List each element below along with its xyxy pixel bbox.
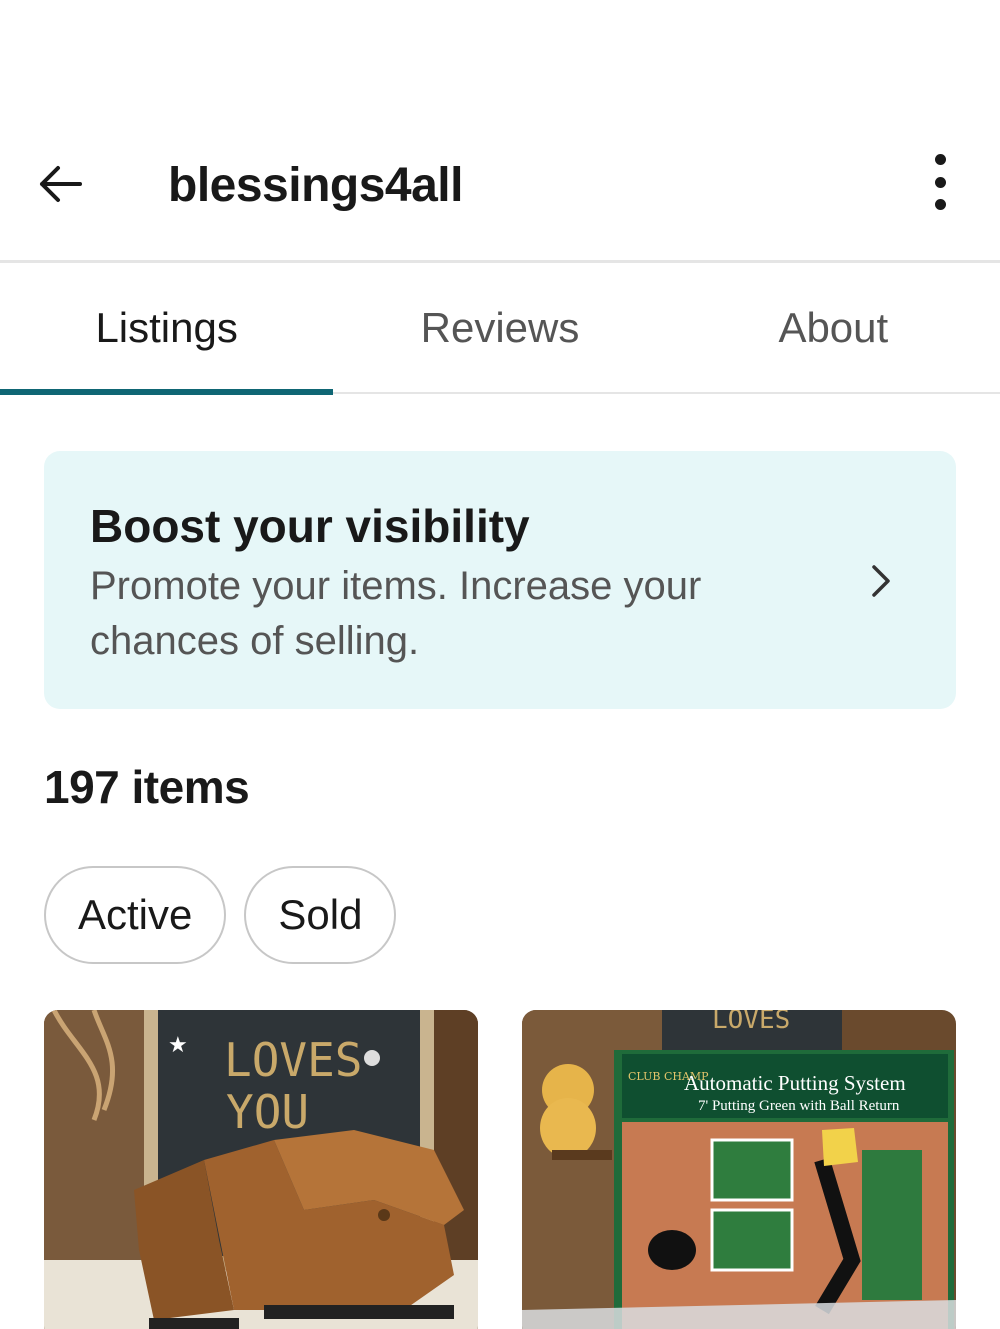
letter-board-text-partial: LOVES xyxy=(712,1010,790,1035)
arrow-left-icon xyxy=(40,166,82,202)
svg-text:★: ★ xyxy=(168,1032,188,1057)
chevron-right-icon xyxy=(872,565,890,597)
item-count: 197 items xyxy=(44,761,250,813)
listing-card[interactable]: LOVES CLUB CHAMP Automatic Putting Syste… xyxy=(522,1010,956,1329)
tab-about[interactable]: About xyxy=(667,263,1000,393)
tab-listings[interactable]: Listings xyxy=(0,263,333,393)
box-subtitle-text: 7' Putting Green with Ball Return xyxy=(698,1098,900,1114)
more-vertical-icon xyxy=(934,154,946,165)
listing-grid: LOVES YOU ★ LOVES CLUB CHAMP Automatic P… xyxy=(44,1010,956,1329)
status-bar-space xyxy=(0,0,1000,120)
page-title: blessings4all xyxy=(168,159,463,212)
more-options-button[interactable] xyxy=(924,150,956,214)
box-title-text: Automatic Putting System xyxy=(684,1071,906,1095)
back-button[interactable] xyxy=(30,156,90,212)
boost-visibility-banner[interactable]: Boost your visibility Promote your items… xyxy=(44,451,956,709)
tab-reviews[interactable]: Reviews xyxy=(333,263,666,393)
more-vertical-icon-dot xyxy=(934,176,946,188)
listing-filters: Active Sold xyxy=(44,866,397,964)
letter-board-text-line1: LOVES xyxy=(224,1033,362,1087)
listing-image-boots: LOVES YOU ★ xyxy=(44,1010,478,1329)
profile-tabs: Listings Reviews About xyxy=(0,263,1000,393)
filter-active-chip[interactable]: Active xyxy=(44,866,227,964)
active-tab-indicator xyxy=(0,389,333,395)
top-app-bar: blessings4all xyxy=(0,120,1000,260)
listing-card[interactable]: LOVES YOU ★ xyxy=(44,1010,478,1329)
listing-image-putting-green: LOVES CLUB CHAMP Automatic Putting Syste… xyxy=(522,1010,956,1329)
promo-title: Boost your visibility xyxy=(90,500,530,552)
letter-board-text-line2: YOU xyxy=(226,1085,309,1139)
promo-description: Promote your items. Increase your chance… xyxy=(90,564,702,663)
more-vertical-icon-dot xyxy=(934,199,946,210)
filter-sold-chip[interactable]: Sold xyxy=(244,866,397,964)
